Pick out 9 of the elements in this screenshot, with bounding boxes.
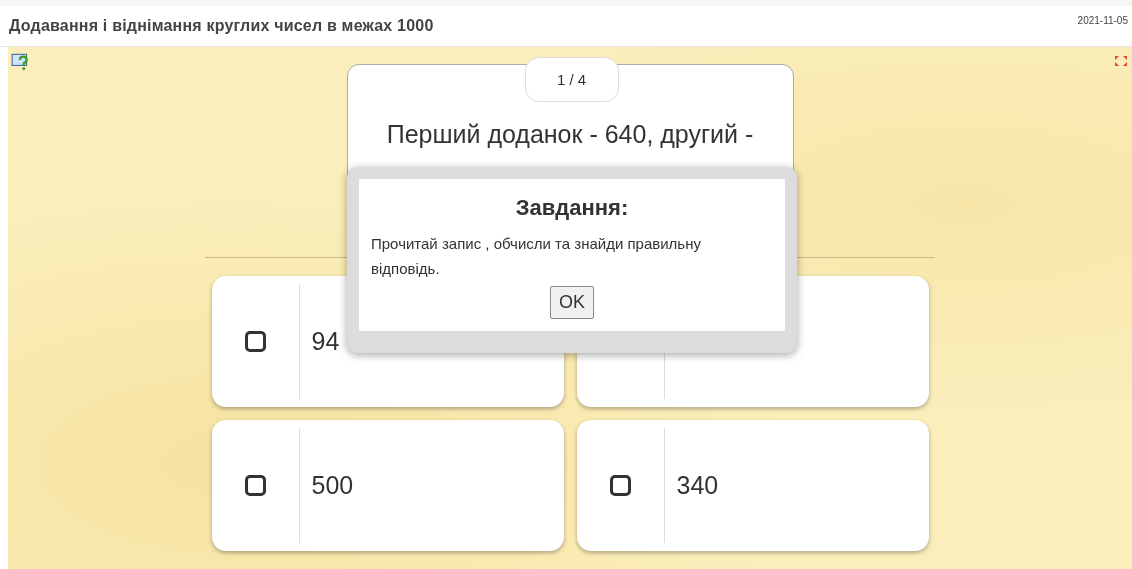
- dialog-title: Завдання:: [514, 195, 630, 221]
- answer-text: 94: [311, 327, 340, 356]
- dialog-message: Прочитай запис , обчисли та знайди правильну відповідь.: [371, 234, 702, 279]
- page-title: Додавання і віднімання круглих чисел в межах 1000: [9, 17, 434, 35]
- date-label: 2021-11-05: [1077, 15, 1128, 26]
- question-text: Перший доданок - 640, другий -: [385, 119, 755, 150]
- answer-text: 500: [311, 471, 354, 500]
- answer-text: 340: [676, 471, 719, 500]
- question-counter: 1 / 4: [524, 57, 619, 102]
